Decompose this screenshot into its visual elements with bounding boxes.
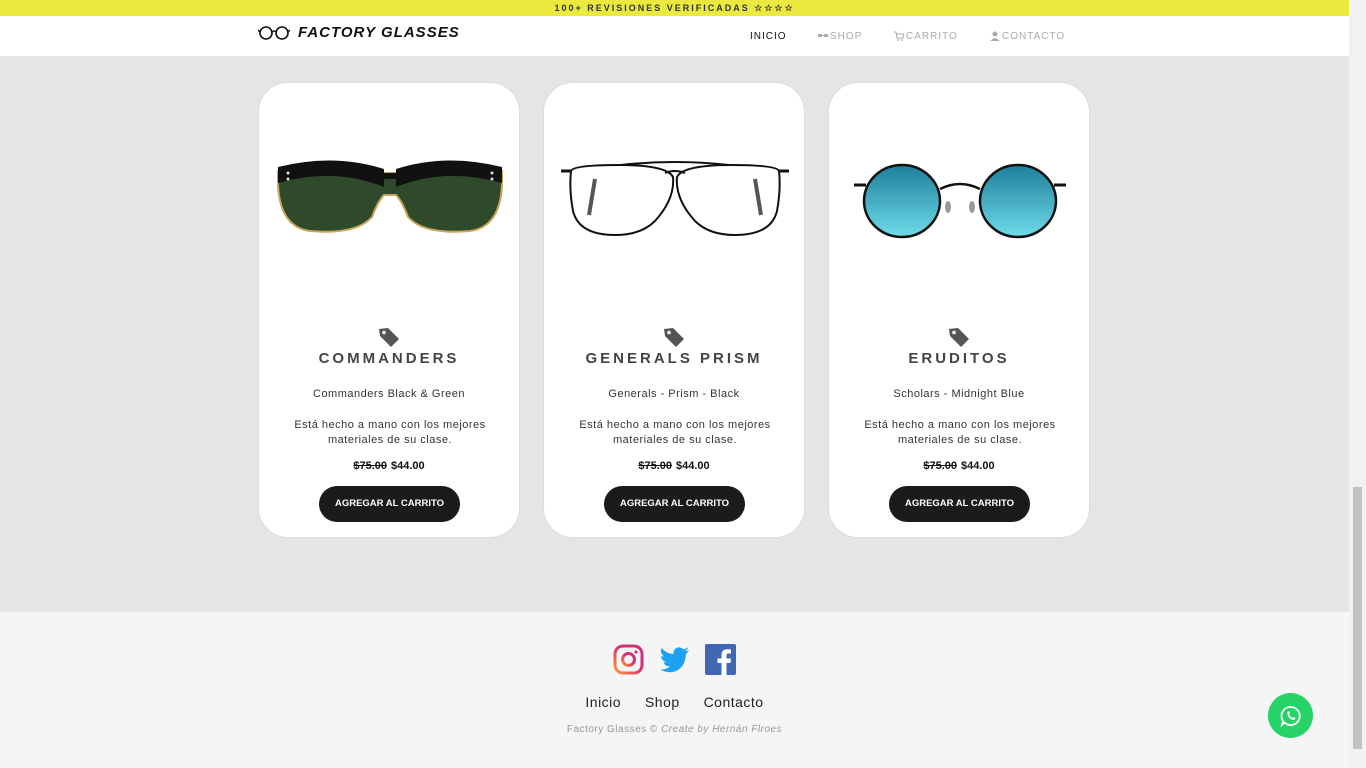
- copyright-brand: Factory Glasses ©: [566, 724, 658, 735]
- cart-icon: [894, 31, 904, 41]
- add-to-cart-button[interactable]: AGREGAR AL CARRITO: [889, 486, 1030, 522]
- add-to-cart-button[interactable]: AGREGAR AL CARRITO: [319, 486, 460, 522]
- product-title: GENERALS PRISM: [585, 350, 763, 367]
- product-description: Está hecho a mano con los mejores materi…: [864, 419, 1056, 446]
- facebook-icon[interactable]: [705, 644, 736, 675]
- product-card: ERUDITOS Scholars - Midnight Blue Está h…: [828, 82, 1090, 538]
- announcement-bar: 100+ REVISIONES VERIFICADAS ☆☆☆☆: [0, 0, 1349, 16]
- product-subtitle: Commanders Black & Green: [313, 388, 465, 400]
- top-navbar: FACTORY GLASSES INICIO SHOP CARRITO CONT…: [0, 16, 1349, 56]
- nav-carrito[interactable]: CARRITO: [894, 31, 958, 42]
- current-price: $44.00: [391, 460, 425, 472]
- product-subtitle: Scholars - Midnight Blue: [893, 388, 1025, 400]
- tag-icon: [949, 328, 969, 347]
- nav-inicio-label: INICIO: [750, 30, 787, 42]
- product-description: Está hecho a mano con los mejores materi…: [579, 419, 771, 446]
- product-price: $75.00 $44.00: [259, 460, 519, 472]
- nav-contacto[interactable]: CONTACTO: [990, 31, 1065, 42]
- copyright-author: Create by Hernán Flroes: [661, 724, 783, 735]
- brand-name: FACTORY GLASSES: [298, 24, 460, 41]
- whatsapp-icon: [1280, 705, 1301, 727]
- product-card: COMMANDERS Commanders Black & Green Está…: [258, 82, 520, 538]
- old-price: $75.00: [923, 460, 957, 472]
- twitter-icon[interactable]: [659, 644, 690, 675]
- old-price: $75.00: [353, 460, 387, 472]
- product-price: $75.00 $44.00: [544, 460, 804, 472]
- nav-carrito-label: CARRITO: [906, 30, 958, 42]
- product-card: GENERALS PRISM Generals - Prism - Black …: [543, 82, 805, 538]
- nav-inicio[interactable]: INICIO: [750, 31, 787, 42]
- footer: Inicio Shop Contacto Factory Glasses © C…: [0, 612, 1349, 768]
- social-links: [613, 644, 736, 675]
- contact-icon: [990, 31, 1000, 41]
- old-price: $75.00: [638, 460, 672, 472]
- nav-shop-label: SHOP: [830, 30, 863, 42]
- product-image-generals-prism: [561, 161, 789, 237]
- footer-link-contacto[interactable]: Contacto: [704, 694, 764, 710]
- scrollbar-thumb[interactable]: [1353, 487, 1362, 749]
- tag-icon: [379, 328, 399, 347]
- glasses-icon: [818, 34, 828, 37]
- footer-link-shop[interactable]: Shop: [645, 694, 680, 710]
- add-to-cart-button[interactable]: AGREGAR AL CARRITO: [604, 486, 745, 522]
- current-price: $44.00: [676, 460, 710, 472]
- instagram-icon[interactable]: [613, 644, 644, 675]
- product-title: ERUDITOS: [908, 350, 1010, 367]
- product-image-commanders: [277, 160, 503, 233]
- nav-contacto-label: CONTACTO: [1002, 30, 1066, 42]
- product-title: COMMANDERS: [318, 350, 460, 367]
- brand-logo[interactable]: FACTORY GLASSES: [258, 24, 460, 41]
- product-price: $75.00 $44.00: [829, 460, 1089, 472]
- page-scrollbar[interactable]: [1349, 0, 1366, 768]
- footer-links: Inicio Shop Contacto: [0, 694, 1349, 710]
- current-price: $44.00: [961, 460, 995, 472]
- glasses-logo-icon: [258, 25, 290, 40]
- footer-link-inicio[interactable]: Inicio: [585, 694, 621, 710]
- copyright: Factory Glasses © Create by Hernán Flroe…: [0, 724, 1349, 735]
- product-image-eruditos: [854, 163, 1066, 239]
- nav-shop[interactable]: SHOP: [818, 31, 862, 42]
- tag-icon: [664, 328, 684, 347]
- whatsapp-button[interactable]: [1268, 693, 1313, 738]
- product-description: Está hecho a mano con los mejores materi…: [294, 419, 486, 446]
- product-subtitle: Generals - Prism - Black: [608, 388, 740, 400]
